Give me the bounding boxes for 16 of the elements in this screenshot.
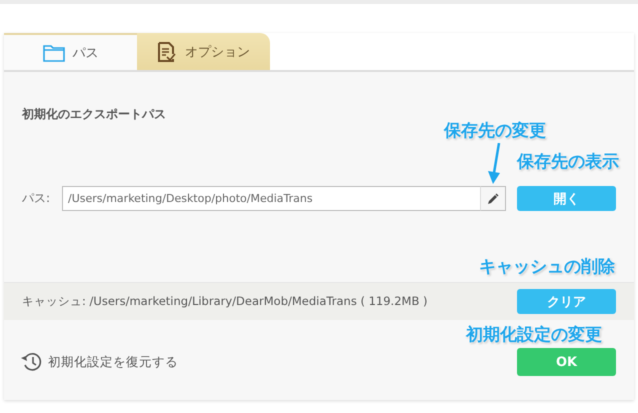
folder-icon: [42, 44, 64, 62]
callout-label: 保存先の変更: [444, 120, 546, 142]
callout-label: 保存先の表示: [517, 151, 619, 173]
cache-path-text: キャッシュ: /Users/marketing/Library/DearMob/MediaTrans ( 119.2MB ): [22, 294, 428, 309]
history-icon: [20, 352, 42, 372]
edit-button[interactable]: [481, 186, 506, 211]
path-field[interactable]: /Users/marketing/Desktop/photo/MediaTrans: [62, 186, 481, 211]
restore-link[interactable]: 初期化設定を復元する: [20, 352, 178, 372]
tab[interactable]: パス: [4, 33, 137, 70]
document-check-icon: [157, 42, 177, 62]
path-label: パス:: [22, 190, 52, 207]
pencil-icon: [487, 192, 499, 204]
section-heading: 初期化のエクスポートパス: [22, 106, 167, 120]
tab[interactable]: オプション: [137, 33, 270, 70]
callout-label: キャッシュの削除: [479, 256, 615, 278]
callout-label: 初期化設定の変更: [466, 324, 602, 346]
